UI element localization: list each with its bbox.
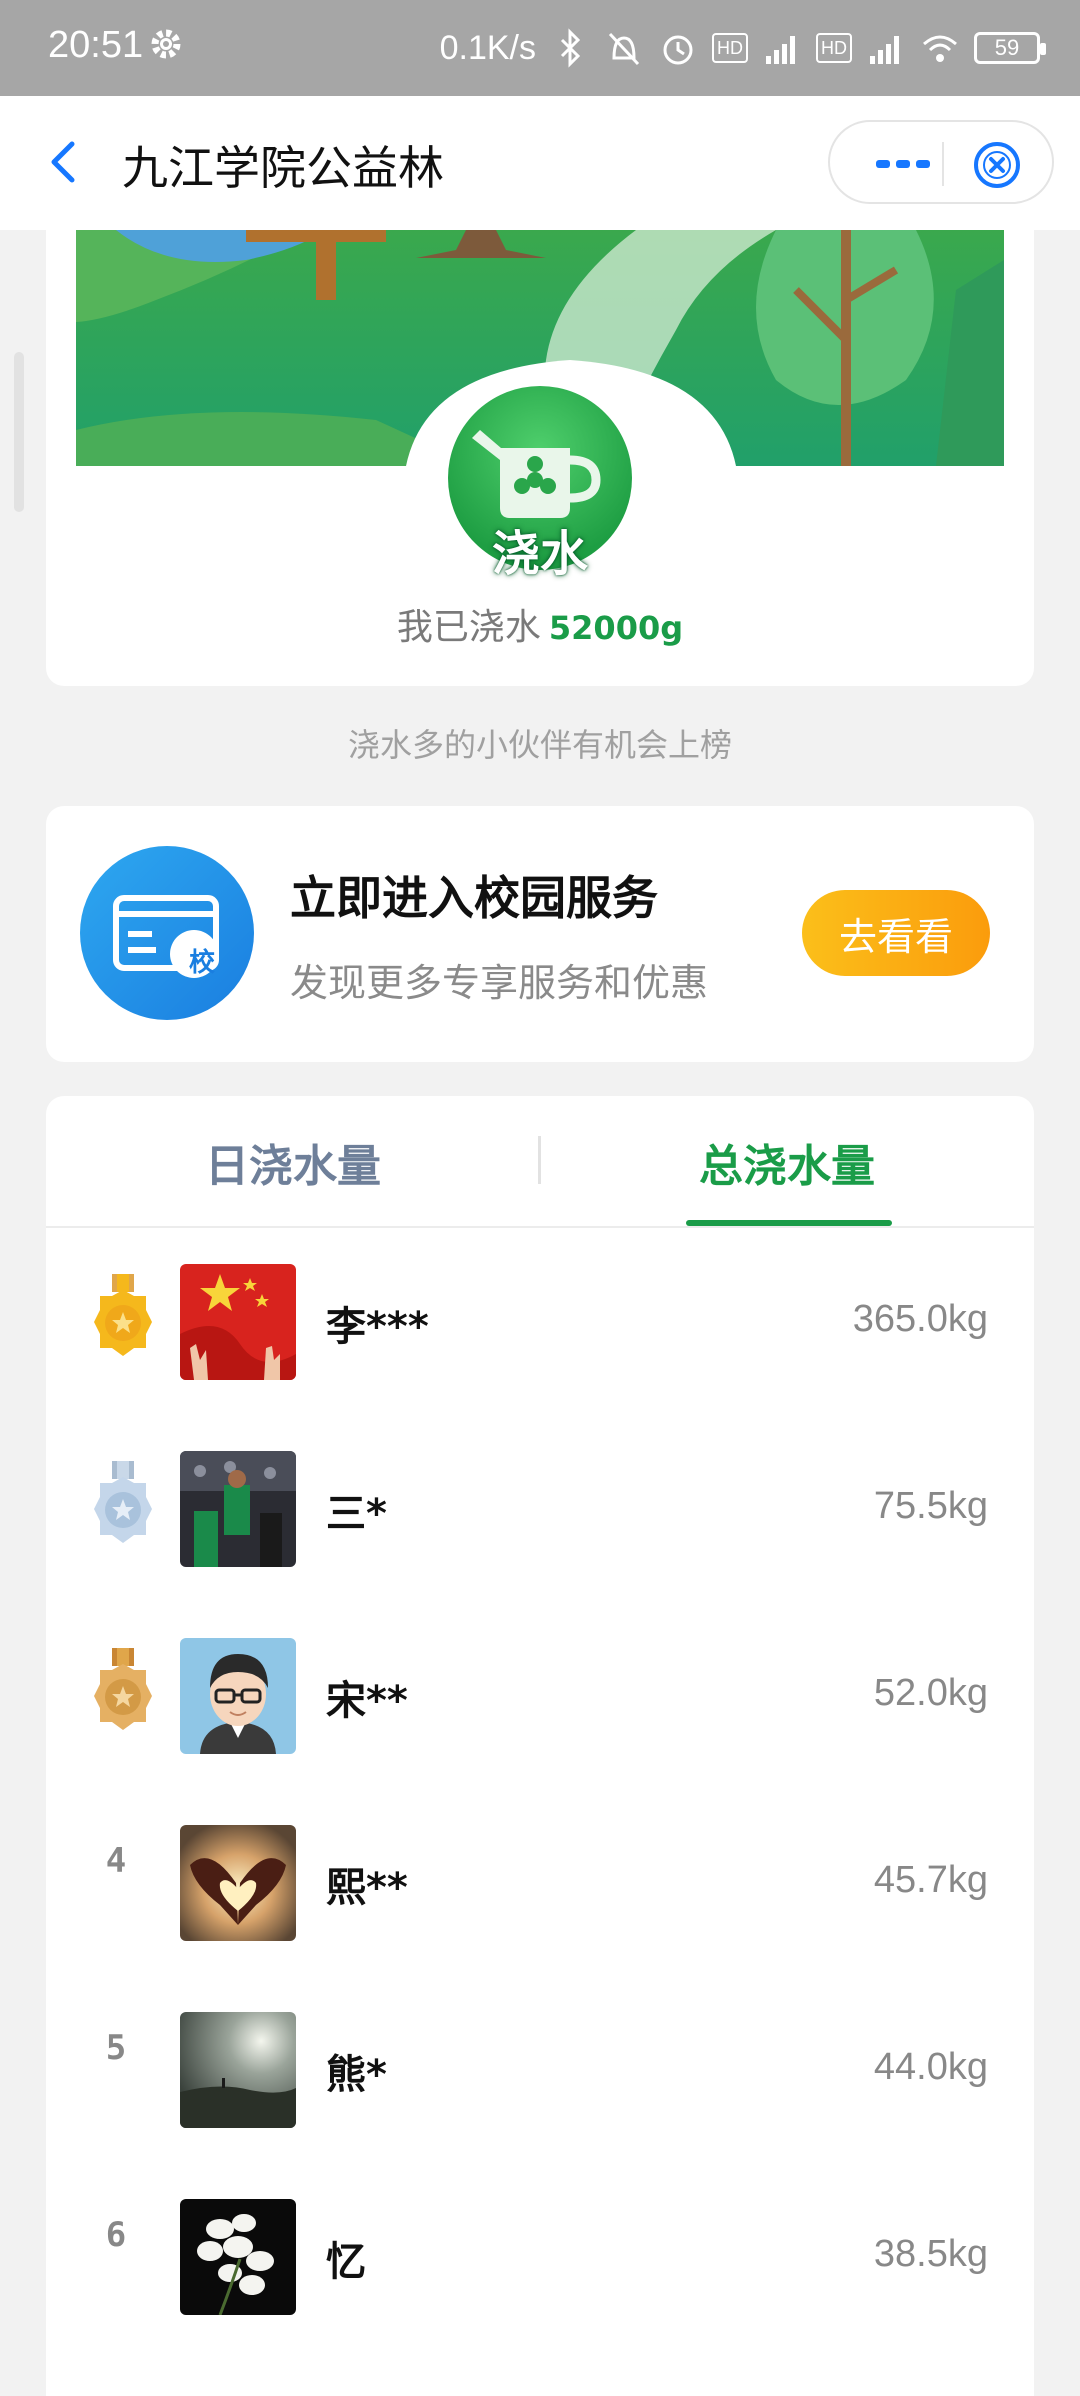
- campus-icon-char: 校: [188, 948, 215, 978]
- tab-daily-watering[interactable]: 日浇水量: [46, 1096, 540, 1228]
- active-tab-indicator: [686, 1220, 892, 1226]
- back-arrow-icon[interactable]: [44, 132, 84, 192]
- user-name: 忆: [326, 2239, 366, 2285]
- leaderboard-hint: 浇水多的小伙伴有机会上榜: [347, 726, 732, 764]
- rank-number: 6: [105, 2215, 127, 2255]
- status-bar: 20:51 0.1K/s HD HD 59: [0, 0, 1080, 96]
- watering-amount: 365.0kg: [852, 1298, 988, 1340]
- watered-prefix: 我已浇水: [396, 607, 541, 648]
- avatar: [180, 1638, 296, 1754]
- ranking-tabs: 日浇水量 总浇水量: [46, 1096, 1034, 1228]
- forest-card: 浇水 我已浇水 52000g: [46, 230, 1034, 686]
- watered-amount: 52000g: [548, 609, 684, 647]
- rank-number: 5: [105, 2028, 127, 2068]
- bronze-medal-icon: [94, 1648, 152, 1730]
- status-time: 20:51: [48, 24, 144, 66]
- campus-card-icon: [80, 846, 254, 1020]
- water-button-label[interactable]: 浇水: [430, 514, 650, 584]
- settings-gear-icon: [151, 29, 181, 59]
- ranking-row[interactable]: 李*** 365.0kg: [46, 1228, 1034, 1415]
- avatar: [180, 1451, 296, 1567]
- user-name: 李***: [326, 1304, 429, 1350]
- campus-title: 立即进入校园服务: [290, 871, 658, 925]
- user-name: 宋**: [326, 1678, 408, 1724]
- watered-summary: 我已浇水 52000g: [46, 598, 1034, 650]
- rank-number: 4: [105, 1841, 127, 1881]
- watering-amount: 38.5kg: [873, 2233, 988, 2275]
- avatar: [180, 1825, 296, 1941]
- wifi-icon: [923, 35, 957, 62]
- ranking-row[interactable]: 5 熊* 44.0kg: [46, 1976, 1034, 2163]
- bluetooth-icon: [560, 28, 581, 68]
- scroll-indicator: [14, 352, 24, 512]
- battery-level: 59: [994, 35, 1020, 60]
- ranking-row[interactable]: 三* 75.5kg: [46, 1415, 1034, 1602]
- network-speed: 0.1K/s: [439, 28, 536, 67]
- tab-total-watering[interactable]: 总浇水量: [540, 1096, 1034, 1228]
- watering-amount: 44.0kg: [873, 2046, 988, 2088]
- signal-icon: [766, 36, 795, 64]
- watering-amount: 45.7kg: [873, 1859, 988, 1901]
- watering-amount: 52.0kg: [873, 1672, 988, 1714]
- avatar: [180, 2012, 296, 2128]
- go-see-button[interactable]: 去看看: [802, 890, 990, 976]
- signal-icon-2: [870, 36, 899, 64]
- watering-amount: 75.5kg: [873, 1485, 988, 1527]
- user-name: 熙**: [326, 1865, 408, 1911]
- more-options-icon[interactable]: [864, 146, 944, 182]
- nav-bar: 九江学院公益林: [0, 96, 1080, 230]
- ranking-row[interactable]: 4 熙** 45.7kg: [46, 1789, 1034, 1976]
- ranking-row[interactable]: 宋** 52.0kg: [46, 1602, 1034, 1789]
- gold-medal-icon: [94, 1274, 152, 1356]
- page-title: 九江学院公益林: [122, 141, 444, 195]
- capsule-divider: [942, 142, 944, 186]
- battery-icon: 59: [974, 32, 1046, 64]
- campus-service-card[interactable]: 校 立即进入校园服务 发现更多专享服务和优惠 去看看: [46, 806, 1034, 1062]
- campus-subtitle: 发现更多专享服务和优惠: [290, 961, 709, 1005]
- user-name: 三*: [326, 1491, 387, 1537]
- hd-icon-2: HD: [816, 33, 852, 63]
- mute-bell-icon: [608, 32, 640, 66]
- close-mini-program-icon[interactable]: [970, 138, 1024, 192]
- mini-program-capsule: [828, 120, 1054, 204]
- ranking-row[interactable]: 6 忆 38.5kg: [46, 2163, 1034, 2350]
- hd-icon: HD: [712, 33, 748, 63]
- avatar: [180, 2199, 296, 2315]
- avatar: [180, 1264, 296, 1380]
- silver-medal-icon: [94, 1461, 152, 1543]
- ranking-card: 日浇水量 总浇水量 李*** 365.0kg 三* 75.5kg 宋** 52.…: [46, 1096, 1034, 2396]
- alarm-icon: [663, 35, 693, 65]
- status-icons: 0.1K/s HD HD 59: [439, 24, 1046, 72]
- user-name: 熊*: [326, 2052, 387, 2098]
